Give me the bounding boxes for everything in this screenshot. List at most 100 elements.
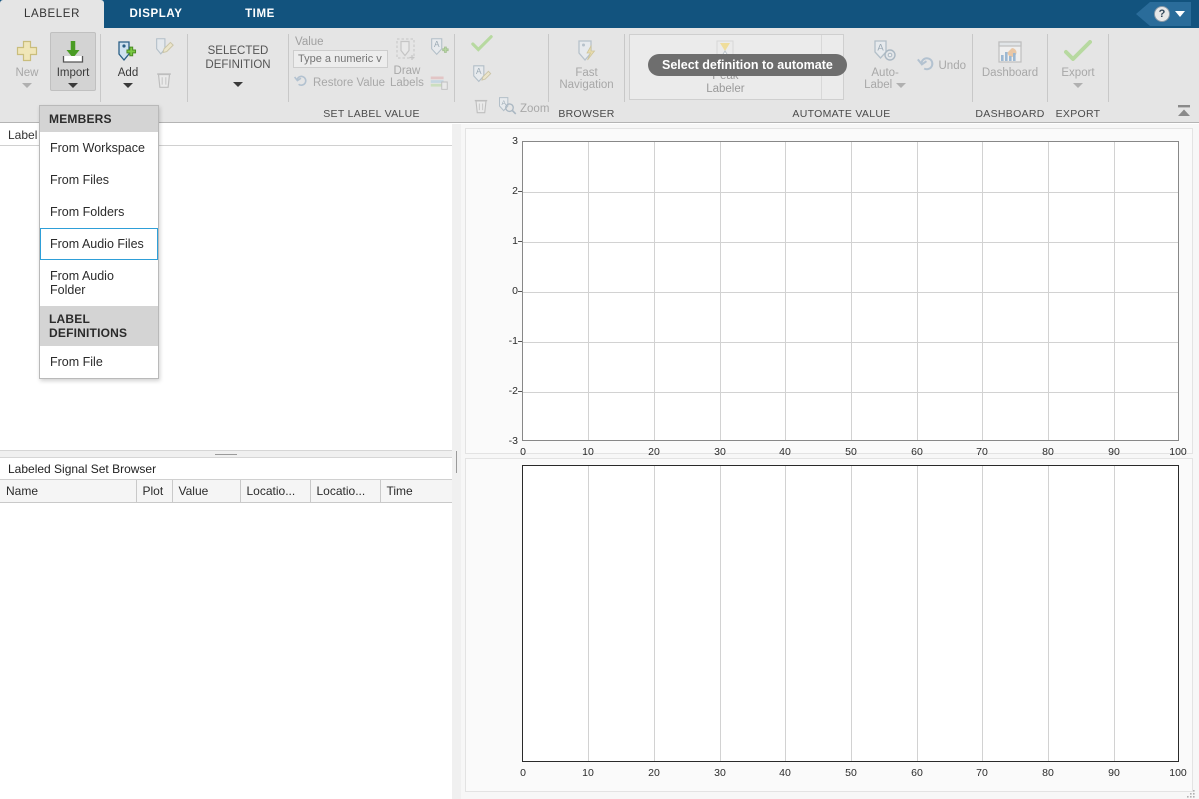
export-button-label: Export xyxy=(1061,67,1094,79)
selected-definition-dropdown[interactable]: SELECTED DEFINITION xyxy=(192,32,284,87)
import-button-label: Import xyxy=(57,67,90,79)
automate-definition-line2: Labeler xyxy=(706,83,744,96)
ribbon-group-set-label-value: Value Restore Value xyxy=(289,28,454,122)
collapse-ribbon-icon[interactable] xyxy=(1175,102,1193,120)
labeled-signal-set-table[interactable]: Name Plot Value Locatio... Locatio... Ti… xyxy=(0,480,453,503)
zoom-button[interactable]: A Zoom xyxy=(495,94,551,123)
stack-labels-button[interactable] xyxy=(426,69,452,100)
menu-item-from-audio-folder[interactable]: From Audio Folder xyxy=(40,260,158,306)
horizontal-splitter[interactable] xyxy=(0,450,452,458)
menu-section-header-label-definitions: LABEL DEFINITIONS xyxy=(40,306,158,346)
signal-plot-area: 3 2 1 0 -1 -2 -3 0 10 20 30 40 50 xyxy=(461,124,1199,799)
auto-label-line2: Label xyxy=(864,79,892,91)
add-label-button-label: Add xyxy=(118,67,138,79)
draw-labels-line2: Labels xyxy=(390,77,424,89)
edit-label-button[interactable] xyxy=(151,34,177,65)
ribbon-group-selected-definition-caption xyxy=(188,106,288,122)
ribbon-group-dashboard: Dashboard DASHBOARD xyxy=(973,28,1047,122)
chevron-down-icon[interactable] xyxy=(1175,11,1185,17)
menu-item-from-files[interactable]: From Files xyxy=(40,164,158,196)
table-header-row: Name Plot Value Locatio... Locatio... Ti… xyxy=(0,480,452,503)
help-button-group[interactable]: ? xyxy=(1136,2,1191,26)
delete-value-button[interactable] xyxy=(469,94,493,123)
new-button[interactable]: New xyxy=(4,32,50,91)
tag-magnifier-icon: A xyxy=(497,96,517,121)
ribbon-group-browser-caption: BROWSER xyxy=(549,106,624,122)
tab-time[interactable]: TIME xyxy=(208,0,312,28)
check-green-icon xyxy=(1064,37,1092,67)
trash-icon xyxy=(153,69,175,96)
menu-item-from-audio-files[interactable]: From Audio Files xyxy=(40,228,158,260)
import-button[interactable]: Import xyxy=(50,32,96,91)
tag-gear-icon: A xyxy=(872,37,898,67)
chart-dashboard-icon xyxy=(997,37,1023,67)
fast-navigation-line1: Fast xyxy=(575,67,597,79)
splitter-grip xyxy=(215,454,237,455)
menu-item-from-file[interactable]: From File xyxy=(40,346,158,378)
undo-arrow-icon xyxy=(916,54,936,77)
draw-labels-button[interactable]: Draw Labels xyxy=(388,32,426,92)
tag-pencil-icon xyxy=(153,36,175,63)
chevron-down-icon[interactable] xyxy=(1073,83,1083,88)
bottom-chart-panel: 0 10 20 30 40 50 60 70 80 90 100 xyxy=(465,458,1193,792)
menu-item-from-folders[interactable]: From Folders xyxy=(40,196,158,228)
splitter-grip xyxy=(456,451,457,473)
svg-text:A: A xyxy=(877,43,884,54)
svg-text:A: A xyxy=(434,40,440,49)
auto-label-line1: Auto- xyxy=(871,67,899,79)
dashboard-button[interactable]: Dashboard xyxy=(981,32,1039,82)
selected-definition-line2: DEFINITION xyxy=(205,58,270,72)
restore-value-button[interactable]: Restore Value xyxy=(293,73,388,92)
ribbon-group-automate-value-caption: AUTOMATE VALUE xyxy=(625,106,972,122)
column-header-location-2[interactable]: Locatio... xyxy=(310,480,380,503)
accept-button[interactable] xyxy=(469,32,495,61)
svg-text:A: A xyxy=(476,67,482,76)
ribbon-group-set-label-value-caption: SET LABEL VALUE xyxy=(289,106,454,122)
vertical-splitter[interactable] xyxy=(452,124,461,799)
tab-labeler-label: LABELER xyxy=(24,8,80,20)
tag-a-plus-icon: A xyxy=(428,36,450,63)
chevron-down-icon[interactable] xyxy=(22,83,32,88)
export-button[interactable]: Export xyxy=(1055,32,1101,91)
ribbon-divider xyxy=(1108,34,1109,102)
column-header-plot[interactable]: Plot xyxy=(136,480,172,503)
top-chart-panel: 3 2 1 0 -1 -2 -3 0 10 20 30 40 50 xyxy=(465,128,1193,454)
column-header-name[interactable]: Name xyxy=(0,480,136,503)
browser-panel-title-text: Labeled Signal Set Browser xyxy=(8,462,156,476)
fast-navigation-button[interactable]: Fast Navigation xyxy=(558,32,616,94)
ribbon-group-export: Export EXPORT xyxy=(1048,28,1108,122)
undo-button[interactable]: Undo xyxy=(914,52,969,79)
auto-label-button[interactable]: A Auto- Label xyxy=(857,32,914,94)
menu-item-from-workspace[interactable]: From Workspace xyxy=(40,132,158,164)
resize-grip-icon[interactable] xyxy=(1186,786,1196,796)
chevron-down-icon[interactable] xyxy=(233,82,243,87)
tag-lightning-icon xyxy=(574,37,600,67)
edit-value-button[interactable]: A xyxy=(469,62,495,93)
value-input[interactable] xyxy=(293,50,388,68)
ribbon-group-dashboard-caption: DASHBOARD xyxy=(973,106,1047,122)
column-header-value[interactable]: Value xyxy=(172,480,240,503)
tab-labeler[interactable]: LABELER xyxy=(0,0,104,28)
tab-display[interactable]: DISPLAY xyxy=(104,0,208,28)
import-dropdown-menu[interactable]: MEMBERS From Workspace From Files From F… xyxy=(39,105,159,379)
restore-arrow-icon xyxy=(293,73,309,92)
delete-label-button[interactable] xyxy=(151,67,177,98)
menu-section-header-members: MEMBERS xyxy=(40,106,158,132)
top-signal-axes[interactable] xyxy=(522,141,1179,441)
chevron-down-icon[interactable] xyxy=(896,83,906,88)
auto-value-button[interactable]: A xyxy=(426,34,452,65)
help-icon[interactable]: ? xyxy=(1154,6,1170,22)
column-header-location-1[interactable]: Locatio... xyxy=(240,480,310,503)
bottom-signal-axes[interactable] xyxy=(522,465,1179,762)
selected-definition-line1: SELECTED xyxy=(208,44,269,58)
chevron-down-icon[interactable] xyxy=(68,83,78,88)
ribbon-group-selected-definition: SELECTED DEFINITION xyxy=(188,28,288,122)
column-header-time[interactable]: Time xyxy=(380,480,452,503)
zoom-button-label: Zoom xyxy=(520,103,549,115)
labeled-signal-set-labeler-app: LABELER DISPLAY TIME ? xyxy=(0,0,1199,799)
draw-labels-line1: Draw xyxy=(394,65,421,77)
add-label-button[interactable]: Add xyxy=(105,32,151,91)
ribbon-group-options: A xyxy=(455,28,548,122)
label-panel-title-text: Label xyxy=(8,128,37,142)
chevron-down-icon[interactable] xyxy=(123,83,133,88)
